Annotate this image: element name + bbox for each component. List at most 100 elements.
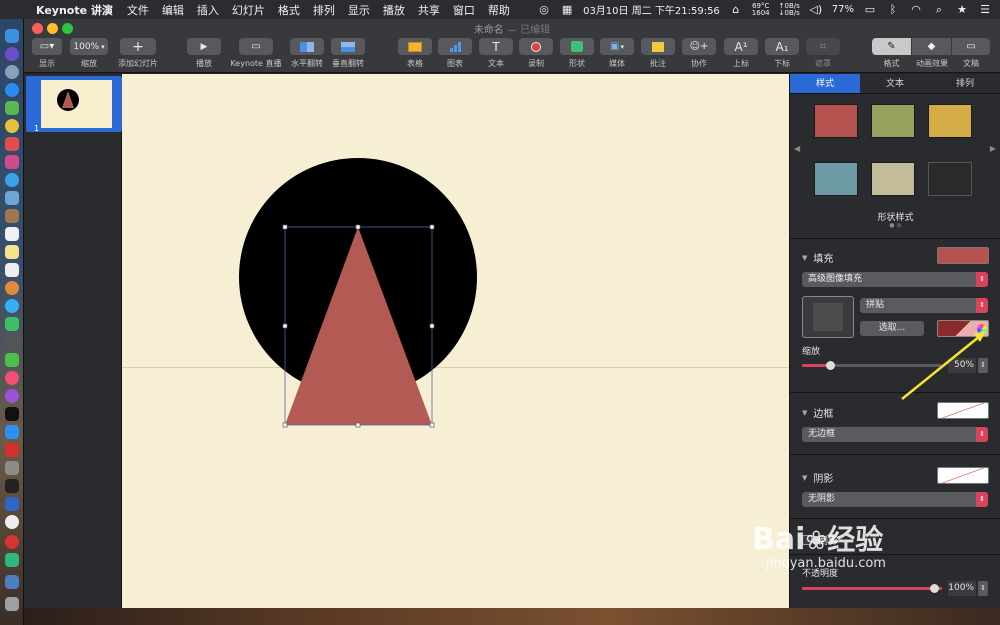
chart-button[interactable]: [438, 38, 472, 55]
media-button[interactable]: ▣ ▾: [600, 38, 634, 55]
shape-style-swatch-1[interactable]: [814, 104, 858, 138]
bluetooth-icon[interactable]: ᛒ: [886, 3, 900, 16]
menu-file[interactable]: 文件: [127, 2, 149, 18]
format-button[interactable]: ✎: [872, 38, 911, 55]
volume-icon[interactable]: ◁): [809, 3, 823, 16]
safari-icon[interactable]: [5, 83, 19, 97]
display-button[interactable]: ▭▾: [32, 38, 62, 55]
notes-brown-icon[interactable]: [5, 209, 19, 223]
network-readout[interactable]: ↑0B/s ↓0B/s: [779, 2, 800, 17]
choose-image-button[interactable]: 选取...: [860, 321, 924, 336]
fill-section-header[interactable]: ▼ 填充: [802, 250, 833, 266]
menu-insert[interactable]: 插入: [197, 2, 219, 18]
tab-text[interactable]: 文本: [860, 74, 930, 93]
flip-vertical-button[interactable]: [331, 38, 365, 55]
border-style-popup[interactable]: 无边框 ⇕: [802, 427, 988, 442]
flip-horizontal-button[interactable]: [290, 38, 324, 55]
launchpad-icon[interactable]: [5, 65, 19, 79]
document-button[interactable]: ▭: [952, 38, 990, 55]
sensor-readout[interactable]: 69°C 1604: [752, 2, 770, 17]
opacity-value-field[interactable]: 100%: [948, 581, 976, 596]
slide-canvas[interactable]: [122, 74, 789, 608]
star-icon[interactable]: ★: [955, 3, 969, 16]
preview-icon[interactable]: [5, 191, 19, 205]
shape-style-swatch-2[interactable]: [871, 104, 915, 138]
mask-button[interactable]: ⌗: [806, 38, 840, 55]
menu-format[interactable]: 格式: [278, 2, 300, 18]
app-red2-icon[interactable]: [5, 443, 19, 457]
shape-style-swatch-6[interactable]: [928, 162, 972, 196]
styles-next-arrow-icon[interactable]: ▶: [990, 144, 996, 153]
siri-icon[interactable]: [5, 47, 19, 61]
tab-arrange[interactable]: 排列: [930, 74, 1000, 93]
messages-icon[interactable]: [5, 299, 19, 313]
app-pink-icon[interactable]: [5, 155, 19, 169]
trash-icon[interactable]: [5, 597, 19, 611]
chrome-icon[interactable]: [5, 119, 19, 133]
opacity-slider[interactable]: [802, 584, 942, 593]
superscript-button[interactable]: A¹: [724, 38, 758, 55]
collaborate-button[interactable]: ☺+: [682, 38, 716, 55]
page-dots[interactable]: ● ●: [790, 222, 1000, 229]
shape-style-swatch-4[interactable]: [814, 162, 858, 196]
wifi-icon[interactable]: ◠: [909, 3, 923, 16]
scale-stepper[interactable]: ⇕: [978, 358, 988, 373]
app-dark-icon[interactable]: [5, 335, 19, 349]
vpn-icon[interactable]: [5, 497, 19, 511]
menu-play[interactable]: 播放: [383, 2, 405, 18]
tab-style[interactable]: 样式: [790, 74, 860, 93]
animate-button[interactable]: ◆: [912, 38, 951, 55]
app-gray-icon[interactable]: [5, 461, 19, 475]
subscript-button[interactable]: A₁: [765, 38, 799, 55]
wechat-icon[interactable]: [5, 353, 19, 367]
shape-style-swatch-3[interactable]: [928, 104, 972, 138]
keynote-live-button[interactable]: ▭: [239, 38, 273, 55]
comment-button[interactable]: [641, 38, 675, 55]
opacity-stepper[interactable]: ⇕: [978, 581, 988, 596]
music-icon[interactable]: [5, 371, 19, 385]
menu-help[interactable]: 帮助: [488, 2, 510, 18]
fill-type-popup[interactable]: 高级图像填充 ⇕: [802, 272, 988, 287]
menu-arrange[interactable]: 排列: [313, 2, 335, 18]
color-wheel-icon[interactable]: [977, 324, 987, 334]
add-slide-button[interactable]: +: [120, 38, 156, 55]
calendar-icon[interactable]: [5, 227, 19, 241]
menu-slide[interactable]: 幻灯片: [232, 2, 265, 18]
finder-icon[interactable]: [5, 29, 19, 43]
home-status-icon[interactable]: ⌂: [729, 3, 743, 16]
reminders-icon[interactable]: [5, 263, 19, 277]
terminal-icon[interactable]: [5, 479, 19, 493]
scale-value-field[interactable]: 50%: [948, 358, 976, 373]
tv-icon[interactable]: [5, 407, 19, 421]
opacity-slider-knob[interactable]: [930, 584, 939, 593]
podcasts-icon[interactable]: [5, 389, 19, 403]
border-color-well[interactable]: [937, 402, 989, 419]
notes-icon[interactable]: [5, 245, 19, 259]
app-store-icon[interactable]: [5, 425, 19, 439]
downloads-icon[interactable]: [5, 575, 19, 589]
app-green-icon[interactable]: [5, 553, 19, 567]
compass-status-icon[interactable]: ◎: [537, 3, 551, 16]
control-center-icon[interactable]: ☰: [978, 3, 992, 16]
menu-share[interactable]: 共享: [418, 2, 440, 18]
calendar-status-icon[interactable]: ▦: [560, 3, 574, 16]
shadow-style-popup[interactable]: 无阴影 ⇕: [802, 492, 988, 507]
play-button[interactable]: ▶: [187, 38, 221, 55]
clock[interactable]: 03月10日 周二 下午21:59:56: [583, 2, 720, 17]
zoom-popup[interactable]: 100% ▾: [70, 38, 108, 55]
app-red-icon[interactable]: [5, 137, 19, 151]
battery-percent[interactable]: 77%: [832, 4, 854, 15]
facetime-icon[interactable]: [5, 317, 19, 331]
menu-view[interactable]: 显示: [348, 2, 370, 18]
border-section-header[interactable]: ▼ 边框: [802, 405, 833, 421]
scale-slider-knob[interactable]: [826, 361, 835, 370]
scale-slider[interactable]: [802, 361, 942, 370]
shape-style-swatch-5[interactable]: [871, 162, 915, 196]
app-blue-icon[interactable]: [5, 173, 19, 187]
shadow-section-header[interactable]: ▼ 阴影: [802, 470, 833, 486]
text-button[interactable]: T: [479, 38, 513, 55]
tint-color-well[interactable]: [937, 320, 989, 337]
shape-button[interactable]: [560, 38, 594, 55]
menu-edit[interactable]: 编辑: [162, 2, 184, 18]
fill-color-well[interactable]: [937, 247, 989, 264]
